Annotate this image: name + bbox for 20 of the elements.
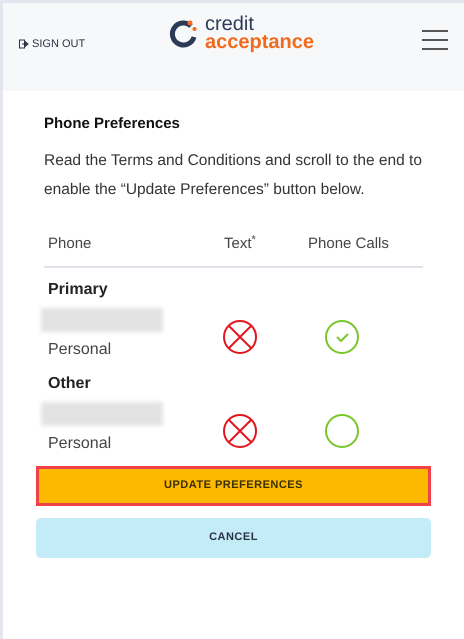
group-label: Primary [47, 280, 109, 300]
cross-circle-icon[interactable] [222, 318, 258, 354]
check-circle-icon[interactable] [324, 318, 360, 354]
group-label: Other [47, 374, 92, 394]
section-title: Phone Preferences [44, 114, 181, 134]
cross-circle-icon[interactable] [222, 412, 258, 448]
sign-out-icon [19, 39, 29, 50]
update-button[interactable]: UPDATE PREFERENCES [36, 466, 431, 506]
phone-type: Personal [47, 340, 112, 360]
description-text: Read the Terms and Conditions and scroll to the end to enable the “Update Preferences” button below. [44, 150, 423, 200]
phone-type: Personal [47, 434, 112, 454]
column-header: Text$^{*}$ [223, 233, 257, 254]
cancel-button[interactable]: CANCEL [36, 518, 431, 558]
menu-icon[interactable] [422, 29, 448, 51]
column-header: Phone Calls [308, 234, 389, 254]
logo-text: credit [205, 15, 255, 33]
logo-icon [169, 18, 199, 48]
sign-out-button[interactable]: SIGN OUT [19, 36, 149, 52]
logo-text: acceptance [205, 33, 314, 51]
column-header: Phone [48, 234, 92, 254]
